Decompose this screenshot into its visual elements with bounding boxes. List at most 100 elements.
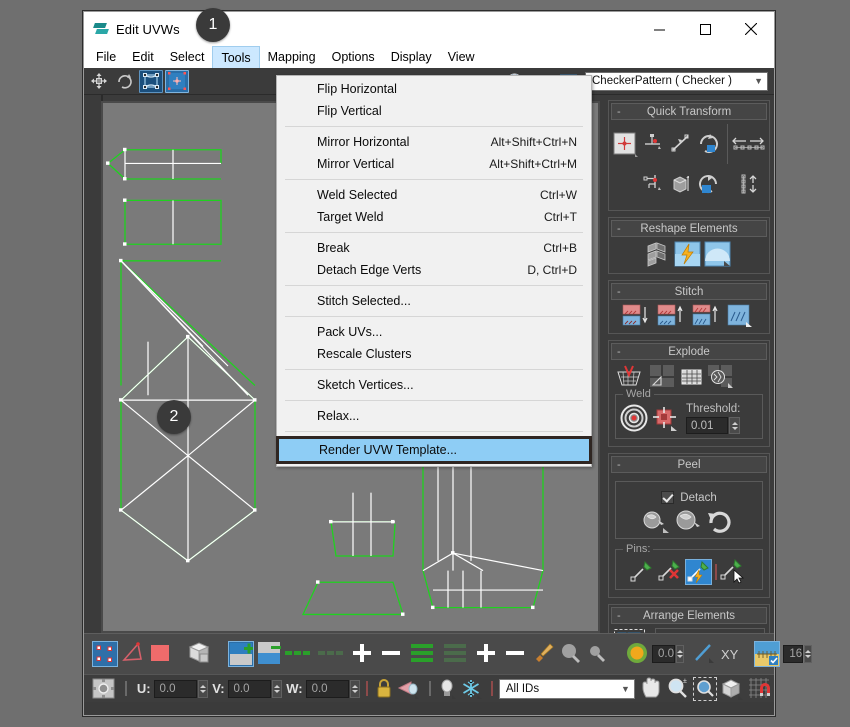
u-input[interactable]: 0.0 — [154, 680, 197, 698]
lock-icon[interactable] — [374, 678, 394, 700]
pivot-center-icon[interactable] — [613, 132, 641, 160]
menu-mapping[interactable]: Mapping — [260, 46, 324, 68]
menu-select[interactable]: Select — [162, 46, 213, 68]
zoom-region-icon[interactable] — [693, 677, 717, 701]
ring-shrink-icon[interactable] — [379, 641, 405, 667]
v-spinner[interactable] — [272, 680, 282, 698]
minimize-icon[interactable] — [636, 12, 682, 46]
soft-selection-icon[interactable] — [625, 641, 649, 667]
edge-subobject-icon[interactable] — [121, 641, 145, 667]
loop-vertical-icon[interactable] — [408, 641, 438, 667]
filter-selected-faces-icon[interactable] — [397, 678, 420, 700]
menu-item-render-uvw-template[interactable]: Render UVW Template... — [279, 439, 589, 461]
snowflake-icon[interactable] — [460, 678, 482, 700]
collapse-icon[interactable]: - — [617, 460, 621, 470]
detach-checkbox[interactable] — [661, 491, 674, 504]
menu-item-rescale-clusters[interactable]: Rescale Clusters — [277, 343, 591, 365]
menu-item-pack-uvs[interactable]: Pack UVs... — [277, 321, 591, 343]
relax-quick-icon[interactable] — [674, 241, 703, 268]
collapse-icon[interactable]: - — [617, 611, 621, 621]
paint-large-icon[interactable] — [559, 641, 583, 667]
menu-item-mirror-horizontal[interactable]: Mirror Horizontal Alt+Shift+Ctrl+N — [277, 131, 591, 153]
grid-size-input[interactable]: 16 — [783, 645, 803, 663]
face-subobject-icon[interactable] — [148, 641, 172, 667]
element-subobject-icon[interactable] — [187, 641, 213, 667]
stitch-target-icon[interactable] — [656, 304, 690, 328]
v-input[interactable]: 0.0 — [228, 680, 271, 698]
explode-faces-icon[interactable] — [615, 364, 647, 390]
material-ids-combo[interactable]: All IDs ▼ — [499, 679, 635, 699]
light-bulb-icon[interactable] — [437, 678, 457, 700]
falloff-spinner[interactable] — [676, 645, 684, 663]
menu-item-sketch-vertices[interactable]: Sketch Vertices... — [277, 374, 591, 396]
paint-select-icon[interactable] — [532, 641, 556, 667]
freeform-mode-icon[interactable] — [165, 70, 189, 93]
rollout-header-arrange-elements[interactable]: - Arrange Elements — [611, 607, 767, 624]
zoom-extents-icon[interactable] — [720, 677, 744, 701]
distribute-vertical-icon[interactable] — [732, 174, 766, 196]
edge-distance-icon[interactable] — [692, 641, 716, 667]
snap-magnet-icon[interactable] — [747, 677, 771, 701]
menu-item-weld-selected[interactable]: Weld Selected Ctrl+W — [277, 184, 591, 206]
move-tool-icon[interactable] — [87, 70, 111, 93]
explode-by-angle-icon[interactable] — [648, 364, 678, 390]
menu-item-flip-horizontal[interactable]: Flip Horizontal — [277, 78, 591, 100]
rotate-tool-icon[interactable] — [113, 70, 137, 93]
distribute-horizontal-icon[interactable] — [732, 133, 766, 155]
menu-item-detach-edge-verts[interactable]: Detach Edge Verts D, Ctrl+D — [277, 259, 591, 281]
menu-item-target-weld[interactable]: Target Weld Ctrl+T — [277, 206, 591, 228]
scale-tool-icon[interactable] — [139, 70, 163, 93]
zoom-icon[interactable]: ± — [666, 677, 690, 701]
menu-item-flip-vertical[interactable]: Flip Vertical — [277, 100, 591, 122]
menu-item-mirror-vertical[interactable]: Mirror Vertical Alt+Shift+Ctrl+M — [277, 153, 591, 175]
peel-quick-icon[interactable] — [641, 507, 672, 534]
ring-vertical-grow-icon[interactable] — [474, 641, 500, 667]
align-vertical-icon[interactable] — [642, 133, 668, 155]
explode-by-material-icon[interactable] — [679, 364, 705, 390]
straighten-icon[interactable] — [644, 241, 673, 268]
threshold-spinner[interactable] — [729, 417, 740, 434]
loop-vertical-dim-icon[interactable] — [441, 641, 471, 667]
paint-small-icon[interactable] — [586, 641, 610, 667]
stitch-source-icon[interactable] — [621, 304, 655, 328]
maximize-icon[interactable] — [682, 12, 728, 46]
menu-edit[interactable]: Edit — [124, 46, 162, 68]
w-input[interactable]: 0.0 — [306, 680, 349, 698]
pin-toggle-icon[interactable] — [685, 559, 712, 585]
pin-add-icon[interactable] — [629, 559, 656, 585]
peel-mode-icon[interactable] — [673, 507, 704, 534]
menu-view[interactable]: View — [440, 46, 483, 68]
threshold-input[interactable]: 0.01 — [686, 417, 728, 434]
pin-remove-icon[interactable] — [657, 559, 684, 585]
rollout-header-quick-transform[interactable]: - Quick Transform — [611, 103, 767, 120]
menu-item-break[interactable]: Break Ctrl+B — [277, 237, 591, 259]
menu-display[interactable]: Display — [383, 46, 440, 68]
menu-options[interactable]: Options — [324, 46, 383, 68]
loop-grow-icon[interactable] — [284, 641, 314, 667]
rotate-cw-90-icon[interactable] — [696, 174, 722, 196]
menu-tools[interactable]: Tools — [212, 46, 259, 68]
stitch-custom-icon[interactable] — [691, 304, 725, 328]
u-spinner[interactable] — [198, 680, 208, 698]
grid-size-spinner[interactable] — [804, 645, 812, 663]
tools-dropdown-menu[interactable]: Flip Horizontal Flip Vertical Mirror Hor… — [276, 75, 592, 467]
reset-peel-icon[interactable] — [705, 507, 736, 534]
explode-by-smoothing-icon[interactable] — [706, 364, 736, 390]
grid-snap-icon[interactable] — [754, 641, 780, 667]
collapse-icon[interactable]: - — [617, 347, 621, 357]
grow-selection-icon[interactable] — [228, 641, 254, 667]
ring-grow-icon[interactable] — [350, 641, 376, 667]
transform-center-icon[interactable] — [92, 678, 116, 700]
close-icon[interactable] — [728, 12, 774, 46]
relax-dome-icon[interactable] — [704, 241, 733, 268]
pan-hand-icon[interactable] — [639, 677, 663, 701]
ring-vertical-shrink-icon[interactable] — [503, 641, 529, 667]
command-panel[interactable]: - Quick Transform — [604, 95, 774, 633]
collapse-icon[interactable]: - — [617, 107, 621, 117]
stitch-dialog-icon[interactable] — [726, 304, 756, 328]
vertex-subobject-icon[interactable] — [92, 641, 118, 667]
weld-selected-icon[interactable] — [651, 404, 681, 434]
rollout-header-peel[interactable]: - Peel — [611, 456, 767, 473]
w-spinner[interactable] — [350, 680, 360, 698]
rotate-ccw-90-icon[interactable] — [696, 133, 722, 155]
